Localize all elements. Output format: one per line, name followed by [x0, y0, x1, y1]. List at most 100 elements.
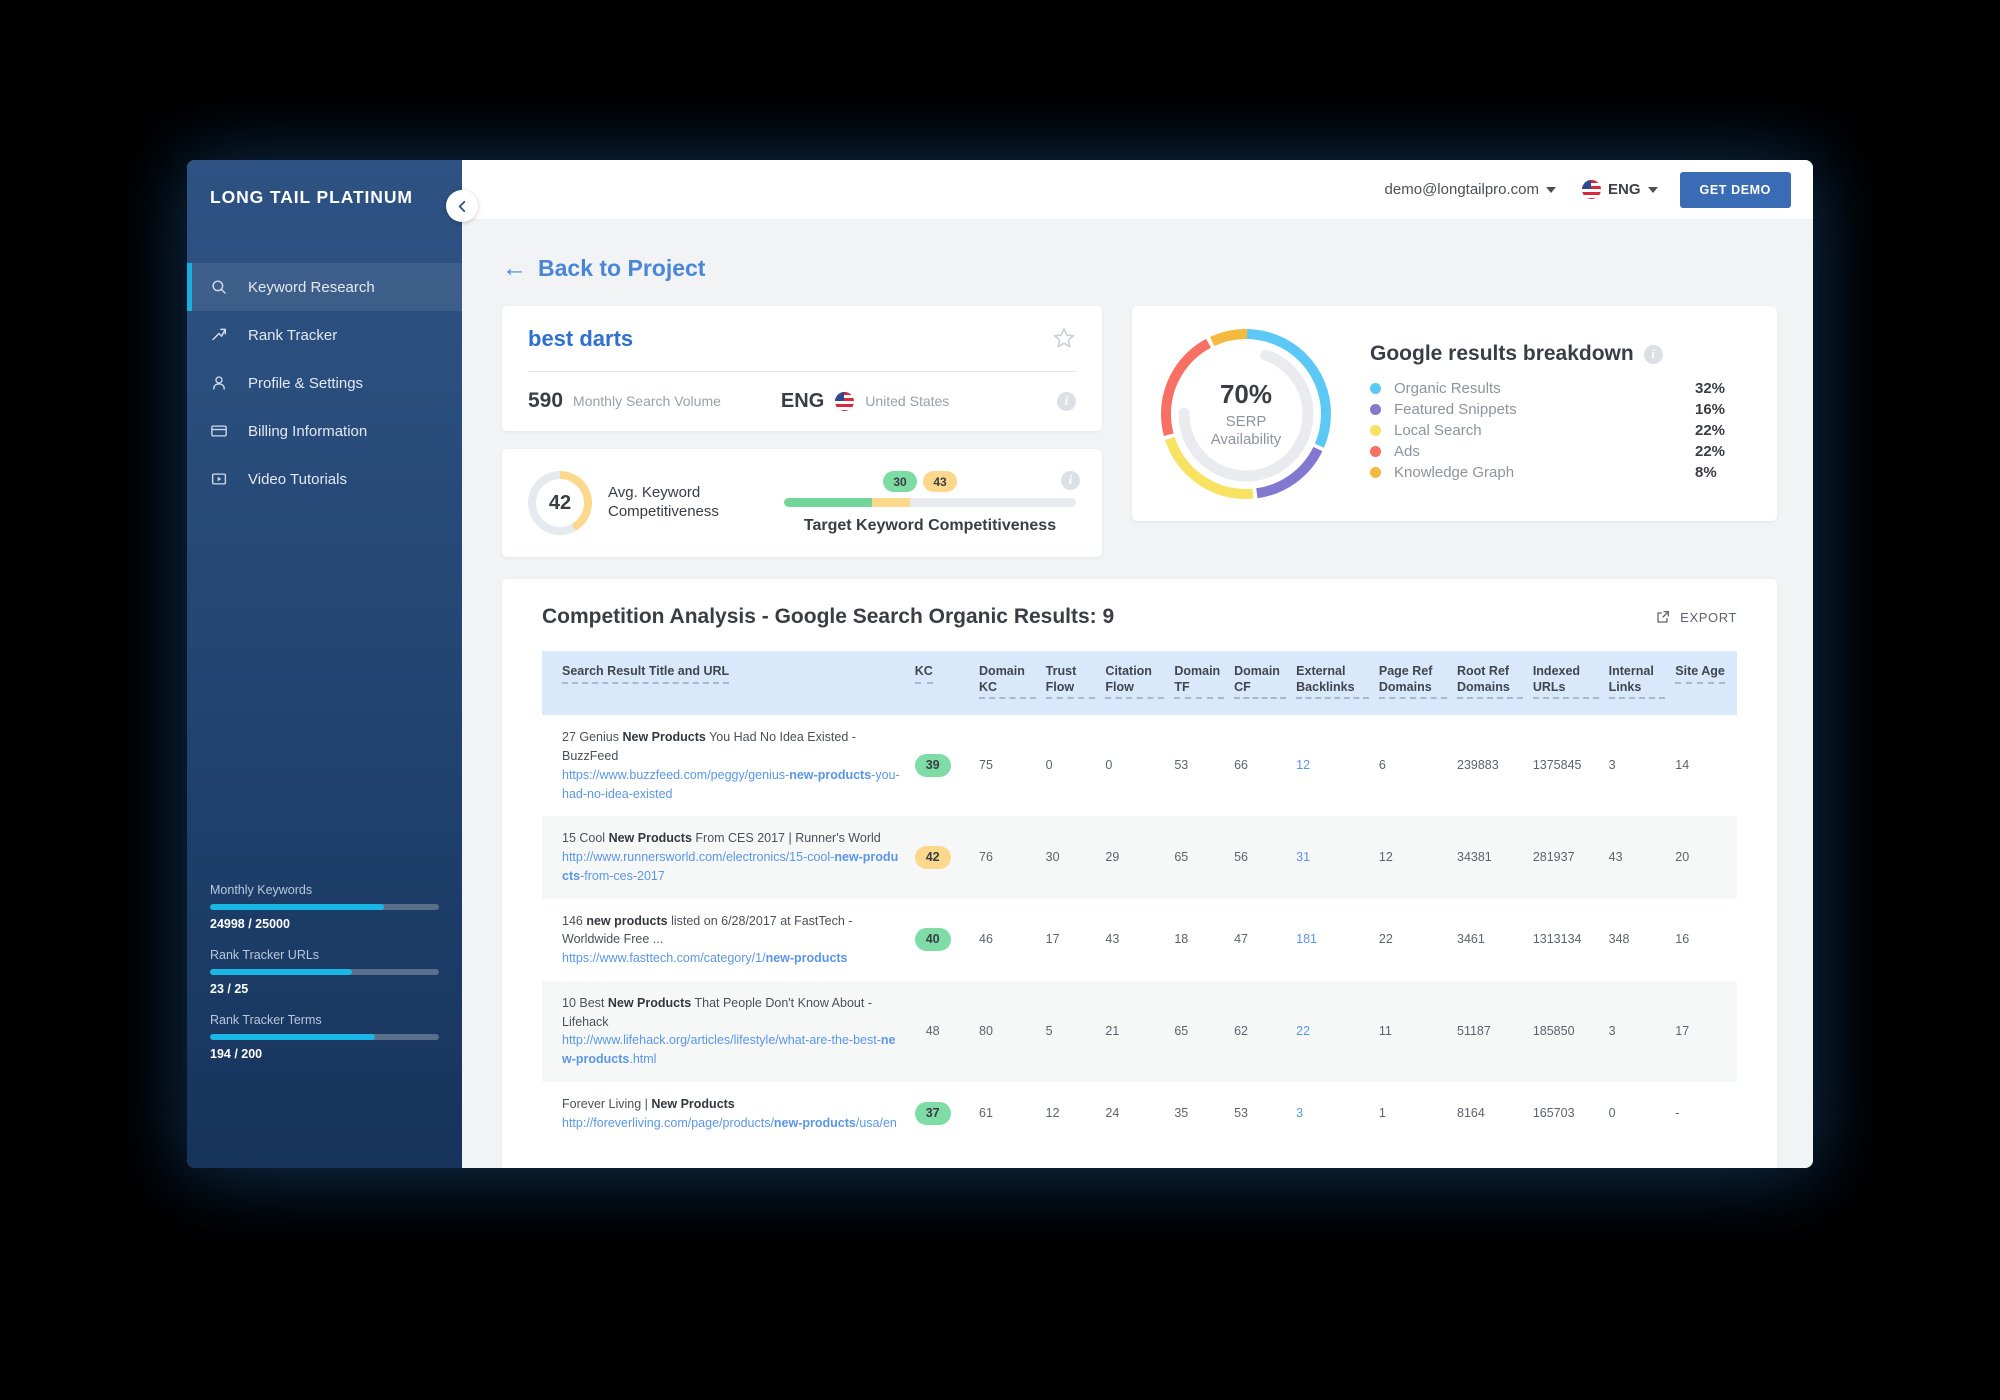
kc-badge: 37	[914, 1102, 951, 1125]
star-outline-icon[interactable]	[1052, 326, 1076, 355]
cell-site-age: 20	[1675, 850, 1690, 864]
sidebar-item-keyword-research[interactable]: Keyword Research	[187, 263, 462, 311]
table-row[interactable]: Forever Living | New Products http://fore…	[542, 1082, 1737, 1146]
summary-left-column: best darts 590 Monthly Search Volume ENG	[502, 306, 1102, 557]
cell-external-backlinks: 12	[1291, 715, 1374, 816]
legend-label: Organic Results	[1394, 380, 1501, 397]
get-demo-button[interactable]: GET DEMO	[1679, 171, 1791, 208]
export-label: EXPORT	[1680, 609, 1737, 625]
cell-domain-cf: 53	[1234, 1106, 1249, 1121]
external-backlinks-link[interactable]: 3	[1296, 1106, 1303, 1120]
sidebar-item-label: Profile & Settings	[248, 374, 364, 392]
external-backlinks-link[interactable]: 22	[1296, 1024, 1310, 1038]
stat-rank-tracker-urls: Rank Tracker URLs 23 / 25	[210, 948, 439, 996]
column-header-search-result[interactable]: Search Result Title and URL	[542, 651, 910, 715]
language-selector[interactable]: ENG	[1582, 180, 1658, 199]
external-backlinks-link[interactable]: 181	[1296, 932, 1317, 946]
cell-domain-tf: 18	[1174, 932, 1189, 947]
legend-label: Ads	[1394, 443, 1420, 460]
legend-item-organic-results: Organic Results 32%	[1370, 380, 1751, 397]
cell-domain-cf: 56	[1234, 850, 1249, 864]
column-header-root-ref-domains[interactable]: Root Ref Domains	[1452, 651, 1528, 715]
column-header-domain-cf[interactable]: Domain CF	[1229, 651, 1291, 715]
stat-value: 24998 / 25000	[210, 917, 290, 931]
result-url[interactable]: http://www.lifehack.org/articles/lifesty…	[562, 1031, 905, 1069]
cell-kc: 37	[910, 1082, 974, 1146]
cell-indexed-urls: 1375845	[1532, 758, 1582, 773]
table-row[interactable]: 27 Genius New Products You Had No Idea E…	[542, 715, 1737, 816]
legend-color-dot	[1370, 446, 1381, 457]
column-header-domain-tf[interactable]: Domain TF	[1169, 651, 1229, 715]
column-header-external-backlinks[interactable]: External Backlinks	[1291, 651, 1374, 715]
legend-color-dot	[1370, 425, 1381, 436]
legend-label: Knowledge Graph	[1394, 464, 1515, 481]
chevron-down-icon	[1647, 186, 1658, 193]
external-backlinks-link[interactable]: 12	[1296, 758, 1310, 772]
competition-analysis-table: Search Result Title and URL KC Domain KC…	[542, 651, 1737, 1145]
cell-kc: 48	[910, 981, 974, 1082]
trend-up-icon	[210, 326, 236, 344]
column-header-kc[interactable]: KC	[910, 651, 974, 715]
cell-page-ref-domains: 12	[1378, 850, 1393, 864]
info-icon[interactable]: i	[1643, 344, 1663, 364]
column-header-internal-links[interactable]: Internal Links	[1604, 651, 1671, 715]
progress-bar	[210, 969, 439, 975]
export-button[interactable]: EXPORT	[1655, 609, 1737, 625]
table-row[interactable]: 146 new products listed on 6/28/2017 at …	[542, 899, 1737, 981]
back-to-project-link[interactable]: ← Back to Project	[502, 255, 1777, 282]
result-url[interactable]: https://www.buzzfeed.com/peggy/genius-ne…	[562, 766, 905, 804]
table-body: 27 Genius New Products You Had No Idea E…	[542, 715, 1737, 1145]
column-header-trust-flow[interactable]: Trust Flow	[1041, 651, 1101, 715]
cell-external-backlinks: 31	[1291, 816, 1374, 898]
cell-domain-kc: 75	[979, 758, 993, 773]
table-row[interactable]: 15 Cool New Products From CES 2017 | Run…	[542, 816, 1737, 899]
column-header-indexed-urls[interactable]: Indexed URLs	[1528, 651, 1604, 715]
keyword-language: ENG	[780, 389, 825, 412]
competition-analysis-card: Competition Analysis - Google Search Org…	[502, 579, 1777, 1168]
sidebar-item-profile-settings[interactable]: Profile & Settings	[187, 359, 462, 407]
cell-root-ref-domains: 34381	[1457, 850, 1492, 864]
column-header-domain-kc[interactable]: Domain KC	[974, 651, 1041, 715]
us-flag-icon	[835, 391, 855, 411]
sidebar-item-label: Video Tutorials	[248, 470, 347, 488]
sidebar-nav: Keyword Research Rank Tracker Profile & …	[187, 263, 462, 503]
cell-kc: 39	[910, 715, 974, 816]
sidebar-item-rank-tracker[interactable]: Rank Tracker	[187, 311, 462, 359]
breakdown-title: Google results breakdown	[1370, 342, 1634, 365]
account-email: demo@longtailpro.com	[1384, 181, 1540, 198]
legend-item-featured-snippets: Featured Snippets 16%	[1370, 401, 1751, 418]
legend-color-dot	[1370, 383, 1381, 394]
result-url[interactable]: http://www.runnersworld.com/electronics/…	[562, 848, 905, 886]
cell-domain-cf: 62	[1234, 1023, 1249, 1038]
cell-root-ref-domains: 3461	[1457, 932, 1485, 947]
column-header-page-ref-domains[interactable]: Page Ref Domains	[1374, 651, 1452, 715]
legend-item-knowledge-graph: Knowledge Graph 8%	[1370, 464, 1751, 481]
arrow-left-icon: ←	[502, 254, 527, 282]
result-url[interactable]: http://foreverliving.com/page/products/n…	[562, 1114, 905, 1133]
cell-citation-flow: 24	[1105, 1106, 1120, 1121]
cell-external-backlinks: 3	[1291, 1082, 1374, 1146]
cell-internal-links: 3	[1608, 758, 1616, 773]
table-row[interactable]: 10 Best New Products That People Don't K…	[542, 980, 1737, 1082]
column-header-citation-flow[interactable]: Citation Flow	[1100, 651, 1169, 715]
cell-internal-links: 43	[1608, 850, 1623, 864]
column-header-site-age[interactable]: Site Age	[1670, 651, 1737, 715]
cell-citation-flow: 0	[1105, 758, 1113, 773]
cell-citation-flow: 29	[1105, 850, 1120, 864]
external-backlinks-link[interactable]: 31	[1296, 850, 1310, 864]
cell-internal-links: 0	[1608, 1106, 1616, 1121]
competition-analysis-title: Competition Analysis - Google Search Org…	[542, 605, 1115, 628]
stat-rank-tracker-terms: Rank Tracker Terms 194 / 200	[210, 1013, 439, 1061]
result-title: 146 new products listed on 6/28/2017 at …	[562, 913, 853, 947]
sidebar-item-video-tutorials[interactable]: Video Tutorials	[187, 455, 462, 503]
target-kc-caption: Target Keyword Competitiveness	[803, 517, 1057, 534]
cell-search-result: Forever Living | New Products http://fore…	[542, 1082, 910, 1146]
info-icon[interactable]: i	[1061, 471, 1080, 490]
sidebar-item-billing-information[interactable]: Billing Information	[187, 407, 462, 455]
sidebar-collapse-button[interactable]	[446, 190, 478, 222]
info-icon[interactable]: i	[1057, 391, 1076, 411]
cell-internal-links: 3	[1608, 1023, 1616, 1038]
result-url[interactable]: https://www.fasttech.com/category/1/new-…	[562, 949, 905, 968]
cell-page-ref-domains: 11	[1378, 1023, 1392, 1038]
account-menu[interactable]: demo@longtailpro.com	[1384, 181, 1557, 198]
